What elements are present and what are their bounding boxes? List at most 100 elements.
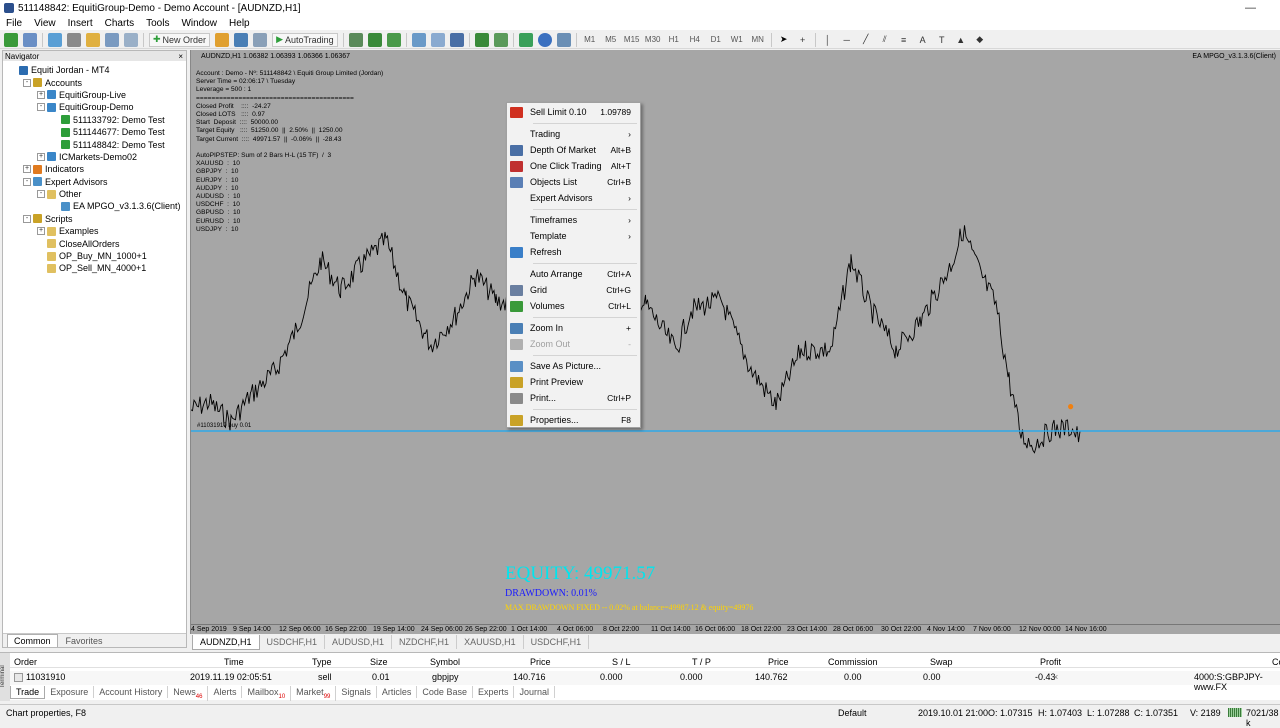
candlestick-icon[interactable] <box>367 32 382 47</box>
collapse-icon[interactable]: - <box>23 214 31 223</box>
periods-icon[interactable] <box>537 32 552 47</box>
menu-item-insert[interactable]: Insert <box>68 18 93 29</box>
chart-tab[interactable]: XAUUSD,H1 <box>457 635 524 649</box>
column-header[interactable]: Commission <box>828 657 878 667</box>
column-header[interactable]: Price <box>768 657 789 667</box>
tab-news[interactable]: News46 <box>168 686 209 701</box>
nav-node[interactable]: - Other <box>3 188 186 200</box>
chart-shift-icon[interactable] <box>493 32 508 47</box>
signals-icon[interactable] <box>234 32 249 47</box>
menu-item-help[interactable]: Help <box>229 18 250 29</box>
tab-trade[interactable]: Trade <box>10 686 46 699</box>
data-window-icon[interactable] <box>67 32 81 47</box>
menu-item-zoom-in[interactable]: Zoom In + <box>507 320 640 336</box>
table-row[interactable]: 11031910 2019.11.19 02:05:51 sell 0.01 g… <box>10 671 1280 692</box>
menu-item-timeframes[interactable]: Timeframes › <box>507 212 640 228</box>
autoscroll-icon[interactable] <box>474 32 489 47</box>
column-header[interactable]: Symbol <box>430 657 460 667</box>
tab-market[interactable]: Market99 <box>291 686 337 701</box>
indicators-icon[interactable] <box>518 32 533 47</box>
menu-item-print[interactable]: Print... Ctrl+P <box>507 390 640 406</box>
collapse-icon[interactable]: - <box>23 177 31 186</box>
column-header[interactable]: Co <box>1272 657 1280 667</box>
chart-tab[interactable]: AUDUSD,H1 <box>325 635 393 649</box>
close-order-icon[interactable]: × <box>1053 672 1058 682</box>
chart-tab[interactable]: NZDCHF,H1 <box>392 635 458 649</box>
navigator-icon[interactable] <box>86 32 100 47</box>
menu-item-objects-list[interactable]: Objects List Ctrl+B <box>507 174 640 190</box>
tab-mailbox[interactable]: Mailbox10 <box>242 686 292 701</box>
menu-item-charts[interactable]: Charts <box>105 18 134 29</box>
menu-item-trading[interactable]: Trading › <box>507 126 640 142</box>
menu-item-auto-arrange[interactable]: Auto Arrange Ctrl+A <box>507 266 640 282</box>
menu-item-template[interactable]: Template › <box>507 228 640 244</box>
expand-icon[interactable]: + <box>37 227 45 236</box>
column-header[interactable]: Order <box>14 657 37 667</box>
tab-common[interactable]: Common <box>7 634 58 647</box>
nav-node[interactable]: + EquitiGroup-Live <box>3 89 186 101</box>
column-header[interactable]: Profit <box>1040 657 1061 667</box>
nav-node[interactable]: CloseAllOrders <box>3 237 186 249</box>
column-header[interactable]: Swap <box>930 657 953 667</box>
menu-item-one-click-trading[interactable]: One Click Trading Alt+T <box>507 158 640 174</box>
metaeditor-icon[interactable] <box>215 32 230 47</box>
tab-journal[interactable]: Journal <box>514 686 555 698</box>
timeframe-d1[interactable]: D1 <box>708 33 724 47</box>
timeframe-m1[interactable]: M1 <box>582 33 598 47</box>
bar-chart-icon[interactable] <box>348 32 363 47</box>
zoom-out-icon[interactable] <box>430 32 445 47</box>
trendline-icon[interactable]: ╱ <box>859 33 873 47</box>
nav-node[interactable]: 511144677: Demo Test <box>3 126 186 138</box>
nav-node[interactable]: - Accounts <box>3 76 186 88</box>
menu-item-view[interactable]: View <box>34 18 56 29</box>
new-chart-icon[interactable] <box>4 32 18 47</box>
chart-tab[interactable]: AUDNZD,H1 <box>192 635 260 650</box>
expand-icon[interactable]: + <box>37 152 45 161</box>
column-header[interactable]: Size <box>370 657 388 667</box>
tab-signals[interactable]: Signals <box>336 686 377 698</box>
terminal-icon[interactable] <box>105 32 119 47</box>
market-watch-icon[interactable] <box>48 32 62 47</box>
minimize-icon[interactable]: — <box>1245 2 1256 14</box>
nav-node[interactable]: - EquitiGroup-Demo <box>3 101 186 113</box>
menu-item-depth-of-market[interactable]: Depth Of Market Alt+B <box>507 142 640 158</box>
vertical-line-icon[interactable]: │ <box>821 33 835 47</box>
nav-node[interactable]: + Examples <box>3 225 186 237</box>
timeframe-m15[interactable]: M15 <box>624 33 640 47</box>
nav-node[interactable]: EA MPGO_v3.1.3.6(Client) <box>3 200 186 212</box>
tab-experts[interactable]: Experts <box>473 686 515 698</box>
nav-node[interactable]: 511148842: Demo Test <box>3 138 186 150</box>
autotrading-button[interactable]: ▶ AutoTrading <box>272 32 338 47</box>
collapse-icon[interactable]: - <box>37 103 45 112</box>
text-label-icon[interactable]: T <box>935 33 949 47</box>
tile-windows-icon[interactable] <box>449 32 464 47</box>
chart-tab[interactable]: USDCHF,H1 <box>260 635 326 649</box>
shapes-icon[interactable]: ◆ <box>973 33 987 47</box>
nav-node[interactable]: Equiti Jordan - MT4 <box>3 64 186 76</box>
tab-alerts[interactable]: Alerts <box>208 686 243 698</box>
new-order-button[interactable]: ✚ New Order <box>149 32 211 47</box>
timeframe-m5[interactable]: M5 <box>603 33 619 47</box>
menu-item-volumes[interactable]: Volumes Ctrl+L <box>507 298 640 314</box>
chart-window[interactable]: ● AUDNZD,H1 1.06382 1.06393 1.06366 1.06… <box>190 50 1280 634</box>
column-header[interactable]: Type <box>312 657 332 667</box>
vps-icon[interactable] <box>253 32 268 47</box>
crosshair-icon[interactable]: + <box>796 33 810 47</box>
menu-item-grid[interactable]: Grid Ctrl+G <box>507 282 640 298</box>
nav-node[interactable]: 511133792: Demo Test <box>3 114 186 126</box>
expand-icon[interactable]: + <box>37 90 45 99</box>
tab-account-history[interactable]: Account History <box>94 686 169 698</box>
profiles-icon[interactable] <box>23 32 37 47</box>
menu-item-print-preview[interactable]: Print Preview <box>507 374 640 390</box>
nav-node[interactable]: OP_Sell_MN_4000+1 <box>3 262 186 274</box>
expand-icon[interactable]: + <box>23 165 31 174</box>
menu-item-sell-limit-0-10[interactable]: Sell Limit 0.10 1.09789 <box>507 104 640 120</box>
menu-item-refresh[interactable]: Refresh <box>507 244 640 260</box>
text-icon[interactable]: A <box>916 33 930 47</box>
fibonacci-icon[interactable]: ≡ <box>897 33 911 47</box>
menu-item-window[interactable]: Window <box>181 18 217 29</box>
tab-code-base[interactable]: Code Base <box>417 686 473 698</box>
equidistant-channel-icon[interactable]: ⫽ <box>878 33 892 47</box>
timeframe-h4[interactable]: H4 <box>687 33 703 47</box>
cursor-icon[interactable]: ➤ <box>777 33 791 47</box>
